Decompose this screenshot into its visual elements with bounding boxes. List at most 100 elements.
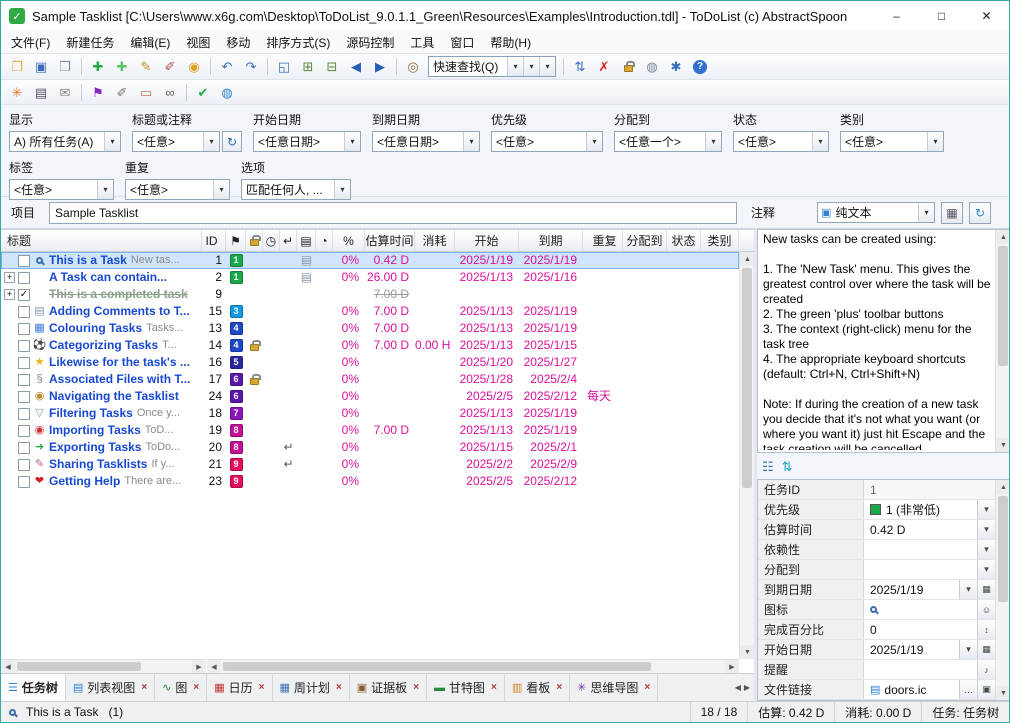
tab-scroll-left-button[interactable]: ◀ bbox=[735, 683, 741, 692]
chevron-down-button[interactable]: ▾ bbox=[977, 500, 995, 519]
task-title-cell[interactable]: ▽Filtering TasksOnce y... bbox=[1, 405, 202, 422]
flag-button[interactable]: ⚑ bbox=[87, 81, 109, 103]
menu-item-10[interactable]: 帮助(H) bbox=[482, 31, 539, 54]
quick-find-prev-button[interactable]: ▾ bbox=[507, 57, 523, 76]
column-header-wrap[interactable]: ↵ bbox=[280, 230, 297, 251]
chevron-down-icon[interactable]: ▾ bbox=[334, 180, 350, 199]
task-checkbox[interactable] bbox=[18, 323, 30, 335]
sort-button[interactable]: ⇅ bbox=[569, 56, 591, 78]
task-title-cell[interactable]: +✓This is a completed task bbox=[1, 286, 202, 303]
quick-find-next-button[interactable]: ▾ bbox=[523, 57, 539, 76]
bell-button[interactable]: ♪ bbox=[977, 660, 995, 679]
task-title-cell[interactable]: ◉Importing TasksToD... bbox=[1, 422, 202, 439]
quick-find-combo[interactable]: 快速查找(Q)▾▾▾ bbox=[428, 56, 556, 77]
filter-combo-titlecomment[interactable]: <任意>▾ bbox=[132, 131, 220, 152]
task-checkbox[interactable] bbox=[18, 408, 30, 420]
tab-close-button[interactable]: × bbox=[491, 682, 497, 693]
column-header-clock[interactable]: ◷ bbox=[263, 230, 280, 251]
task-checkbox[interactable] bbox=[18, 459, 30, 471]
delete-task-button[interactable]: ✗ bbox=[593, 56, 615, 78]
column-header-status[interactable]: 状态 bbox=[667, 230, 701, 251]
task-title-cell[interactable]: This is a TaskNew tas... bbox=[1, 252, 202, 269]
chevron-down-icon[interactable]: ▾ bbox=[463, 132, 479, 151]
task-row-15[interactable]: ▤Adding Comments to T...1530%7.00 D2025/… bbox=[1, 303, 739, 320]
column-header-assign[interactable]: 分配到 bbox=[623, 230, 667, 251]
task-title-cell[interactable]: +A Task can contain... bbox=[1, 269, 202, 286]
task-checkbox[interactable] bbox=[18, 272, 30, 284]
chevron-down-icon[interactable]: ▾ bbox=[203, 132, 219, 151]
maximize-tasklist-button[interactable]: ◱ bbox=[273, 56, 295, 78]
tab-close-button[interactable]: × bbox=[644, 682, 650, 693]
column-header-pct[interactable]: % bbox=[333, 230, 365, 251]
chevron-down-icon[interactable]: ▾ bbox=[213, 180, 229, 199]
task-row-2[interactable]: +A Task can contain...21▤0%26.00 D2025/1… bbox=[1, 269, 739, 286]
task-checkbox[interactable] bbox=[18, 391, 30, 403]
task-row-18[interactable]: ▽Filtering TasksOnce y...1870%2025/1/132… bbox=[1, 405, 739, 422]
chevron-down-icon[interactable]: ▾ bbox=[586, 132, 602, 151]
column-header-due[interactable]: 到期 bbox=[519, 230, 583, 251]
scroll-track[interactable] bbox=[996, 244, 1010, 438]
tab-close-button[interactable]: × bbox=[336, 682, 342, 693]
project-title-input[interactable]: Sample Tasklist bbox=[49, 202, 737, 224]
comments-format-combo[interactable]: ▣ 纯文本 ▾ bbox=[817, 202, 935, 223]
new-subtask-button[interactable]: ✚ bbox=[111, 56, 133, 78]
menu-item-7[interactable]: 源码控制 bbox=[338, 31, 402, 54]
task-checkbox[interactable] bbox=[18, 442, 30, 454]
tab-甘特图[interactable]: ▬甘特图× bbox=[427, 674, 505, 701]
scroll-down-button[interactable]: ▼ bbox=[996, 686, 1010, 700]
chevron-down-icon[interactable]: ▾ bbox=[705, 132, 721, 151]
clear-button[interactable]: ▭ bbox=[135, 81, 157, 103]
task-title-cell[interactable]: ★Likewise for the task's ... bbox=[1, 354, 202, 371]
task-checkbox[interactable] bbox=[18, 306, 30, 318]
expand-toggle[interactable]: + bbox=[4, 289, 15, 300]
column-header-pri[interactable]: ⚑ bbox=[226, 230, 246, 251]
set-color-button[interactable]: ✐ bbox=[159, 56, 181, 78]
tab-scroll-right-button[interactable]: ▶ bbox=[744, 683, 750, 692]
expand-tasks-button[interactable]: ⊞ bbox=[297, 56, 319, 78]
undo-button[interactable]: ↶ bbox=[216, 56, 238, 78]
filter-combo-tag[interactable]: <任意>▾ bbox=[9, 179, 114, 200]
task-title-cell[interactable]: ◉Navigating the Tasklist bbox=[1, 388, 202, 405]
task-row-13[interactable]: ▦Colouring TasksTasks...1340%7.00 D2025/… bbox=[1, 320, 739, 337]
print-button[interactable]: ▤ bbox=[30, 81, 52, 103]
chevron-down-icon[interactable]: ▾ bbox=[344, 132, 360, 151]
task-row-1[interactable]: This is a TaskNew tas...11▤0%0.42 D2025/… bbox=[1, 252, 739, 269]
attribute-value-field[interactable]: ▾ bbox=[864, 540, 995, 559]
group-attributes-icon[interactable]: ☷ bbox=[762, 459, 774, 475]
redo-button[interactable]: ↷ bbox=[240, 56, 262, 78]
task-checkbox[interactable] bbox=[18, 255, 30, 267]
attribute-value-field[interactable]: ▤doors.ic…▣ bbox=[864, 680, 995, 699]
menu-item-5[interactable]: 移动 bbox=[218, 31, 258, 54]
next-selection-button[interactable]: ▶ bbox=[369, 56, 391, 78]
attribute-value-field[interactable]: 2025/1/19▾▦ bbox=[864, 640, 995, 659]
tab-列表视图[interactable]: ▤列表视图× bbox=[66, 674, 155, 701]
weblink-button[interactable]: ◍ bbox=[641, 56, 663, 78]
scroll-down-button[interactable]: ▼ bbox=[740, 645, 755, 659]
columns-horizontal-scrollbar[interactable]: ◀ ▶ bbox=[207, 659, 739, 673]
link-button[interactable]: ∞ bbox=[159, 81, 181, 103]
tab-close-button[interactable]: × bbox=[193, 682, 199, 693]
tab-close-button[interactable]: × bbox=[141, 682, 147, 693]
scroll-thumb[interactable] bbox=[223, 662, 651, 671]
scroll-track[interactable] bbox=[15, 660, 192, 673]
tab-close-button[interactable]: × bbox=[413, 682, 419, 693]
highlight-button[interactable]: ✳ bbox=[6, 81, 28, 103]
filter-combo-duedate[interactable]: <任意日期>▾ bbox=[372, 131, 480, 152]
task-checkbox[interactable] bbox=[18, 357, 30, 369]
task-checkbox[interactable] bbox=[18, 425, 30, 437]
task-checkbox[interactable] bbox=[18, 476, 30, 488]
send-email-button[interactable]: ✉ bbox=[54, 81, 76, 103]
tab-日历[interactable]: ▦日历× bbox=[207, 674, 272, 701]
chevron-down-button[interactable]: ▾ bbox=[977, 540, 995, 559]
lock-tasklist-button[interactable] bbox=[617, 56, 639, 78]
chevron-down-button[interactable]: ▾ bbox=[977, 520, 995, 539]
filter-combo-options[interactable]: 匹配任何人, ...▾ bbox=[241, 179, 351, 200]
attribute-value-field[interactable]: 1 (非常低)▾ bbox=[864, 500, 995, 519]
menu-item-1[interactable]: 文件(F) bbox=[3, 31, 58, 54]
title-horizontal-scrollbar[interactable]: ◀ ▶ bbox=[1, 659, 206, 673]
pick-color-button[interactable]: ✐ bbox=[111, 81, 133, 103]
tab-周计划[interactable]: ▦周计划× bbox=[273, 674, 350, 701]
menu-item-8[interactable]: 工具 bbox=[402, 31, 442, 54]
new-task-button[interactable]: ✚ bbox=[87, 56, 109, 78]
task-title-cell[interactable]: ⚽Categorizing TasksT... bbox=[1, 337, 202, 354]
